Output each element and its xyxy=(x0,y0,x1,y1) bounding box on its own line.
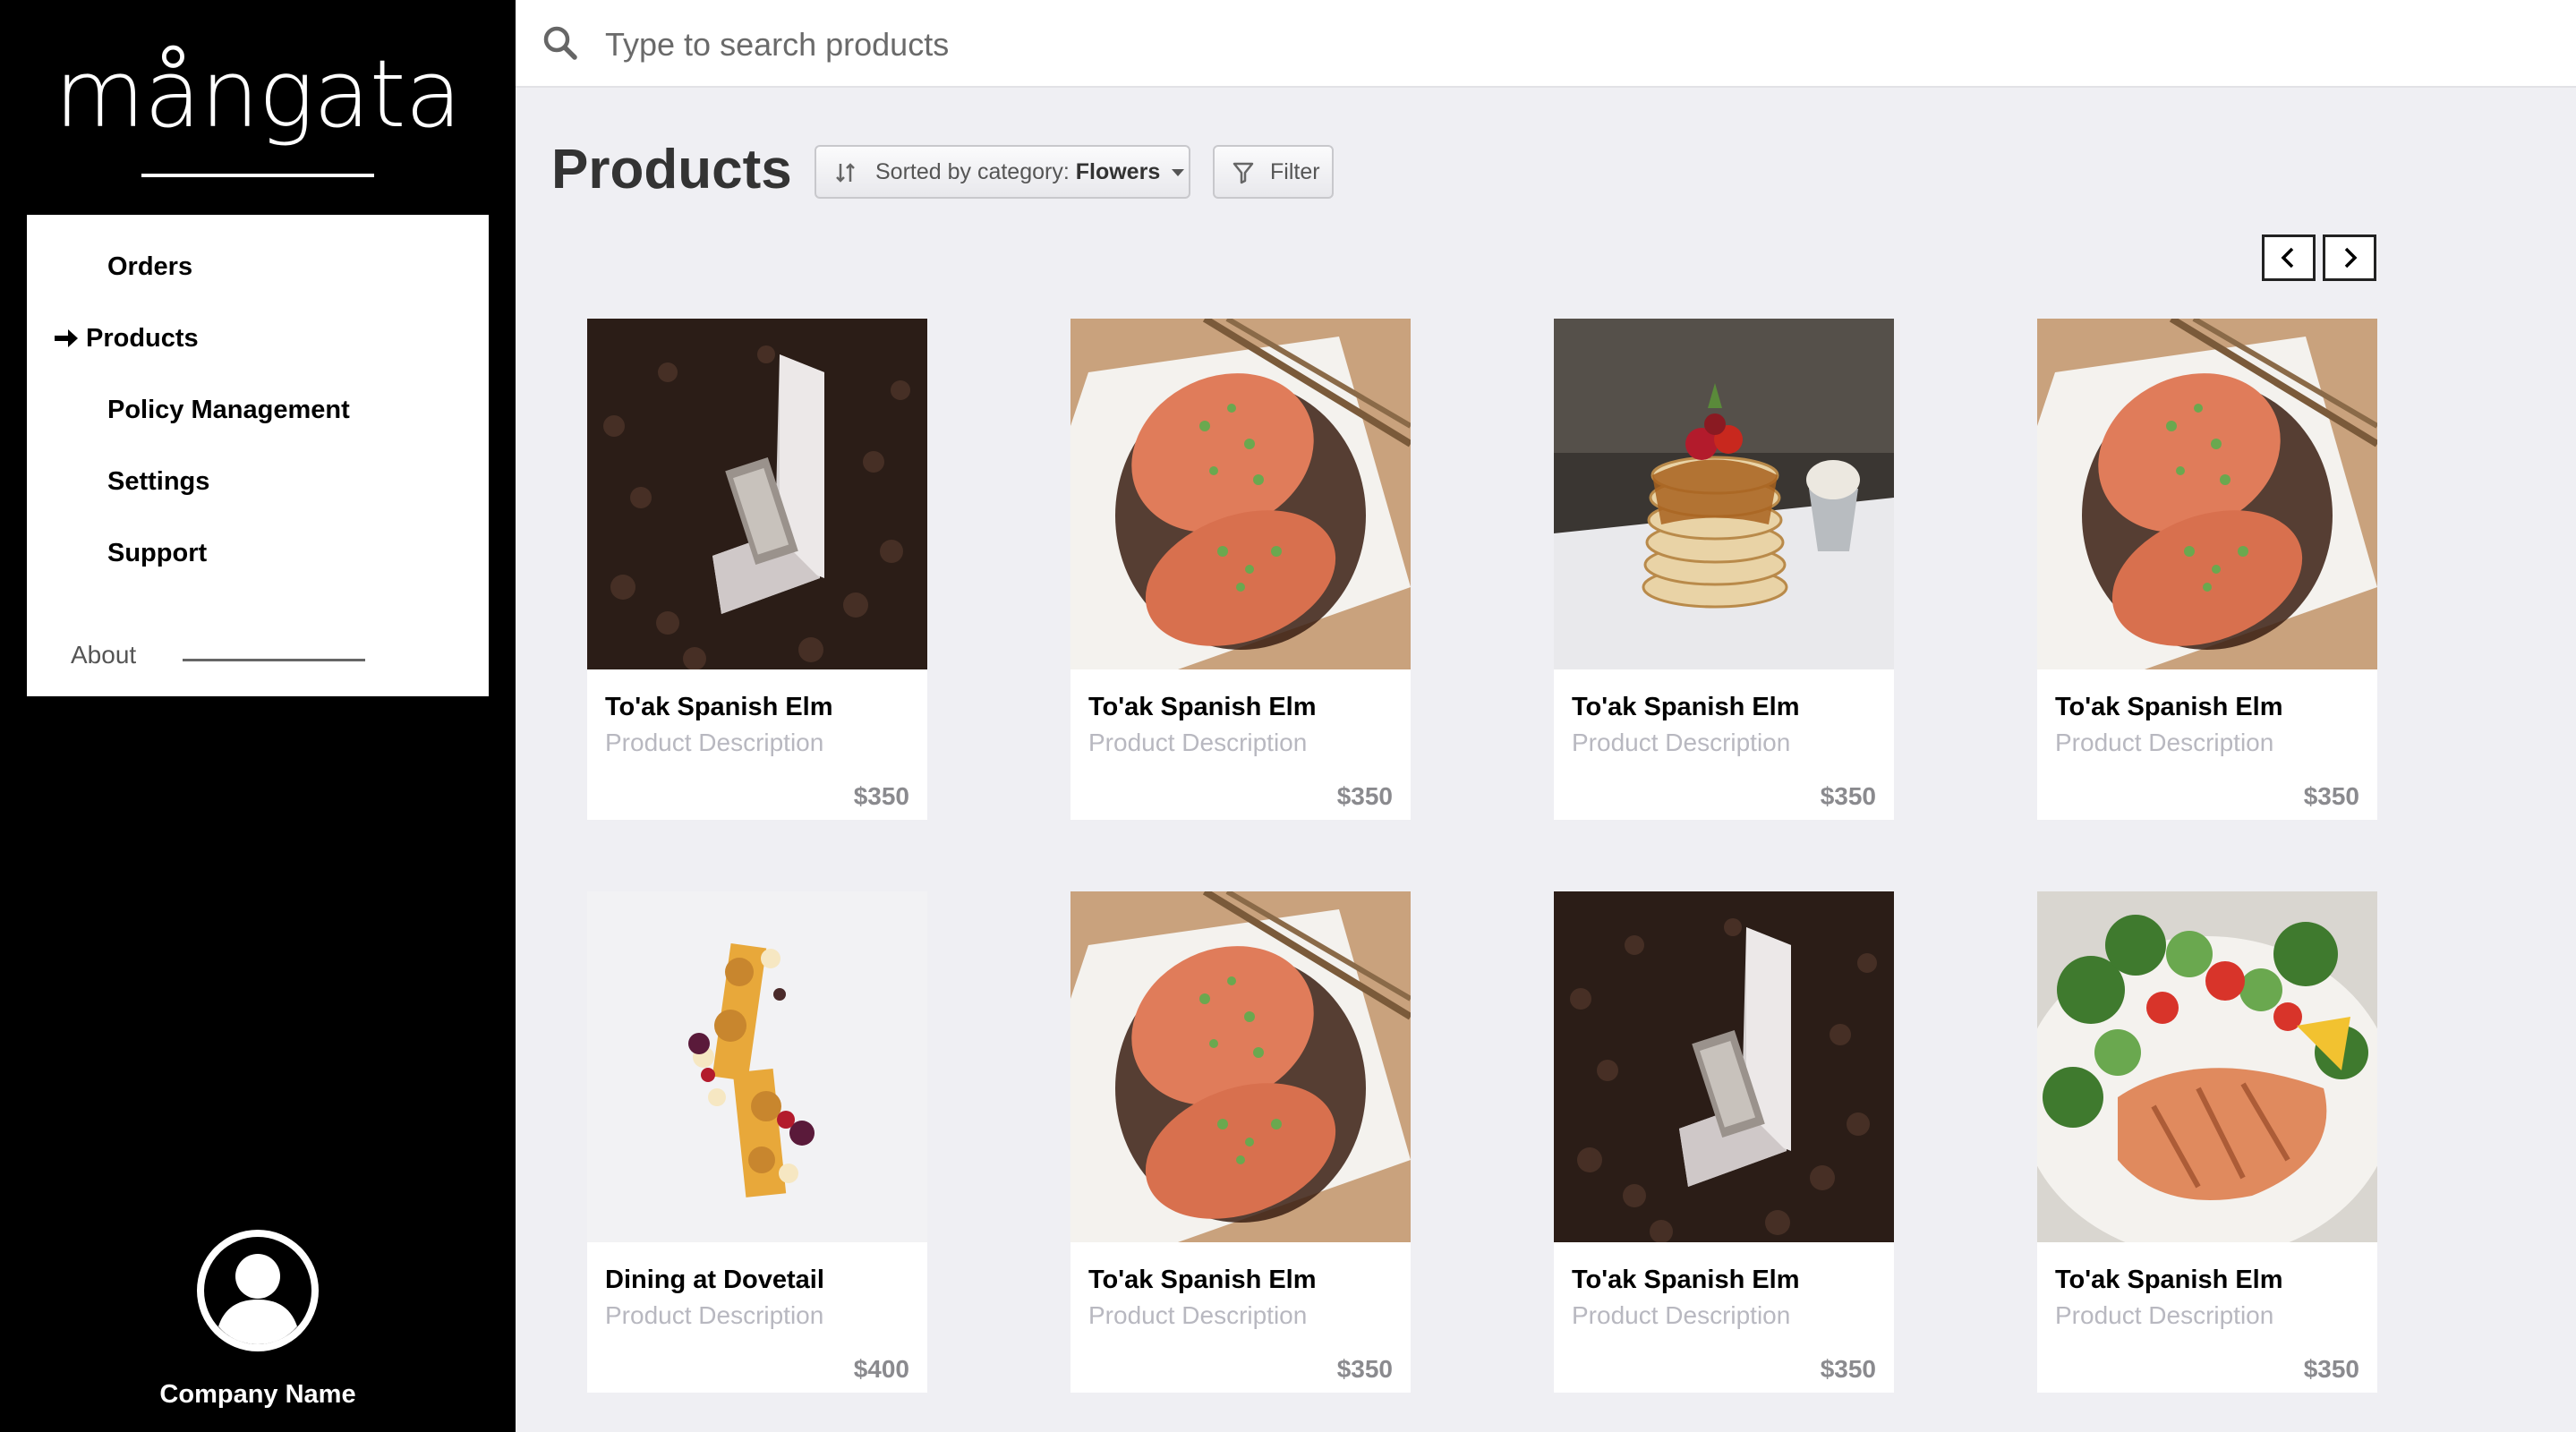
product-card[interactable]: To'ak Spanish Elm Product Description $3… xyxy=(587,319,927,820)
product-card[interactable]: To'ak Spanish Elm Product Description $3… xyxy=(2037,891,2377,1393)
page-title: Products xyxy=(551,139,792,200)
sort-icon xyxy=(836,163,855,183)
sidebar-nav: Orders Products Policy Management Settin… xyxy=(27,215,489,696)
product-description: Product Description xyxy=(1572,729,1791,756)
sidebar-item-settings[interactable]: Settings xyxy=(27,455,489,508)
product-image-chocolate-box xyxy=(1554,891,1894,1242)
product-price: $350 xyxy=(2303,1355,2359,1383)
product-name: To'ak Spanish Elm xyxy=(1088,693,1317,721)
product-image-grilled-salmon-salad xyxy=(2037,891,2377,1242)
product-name: To'ak Spanish Elm xyxy=(1572,693,1800,721)
product-card[interactable]: To'ak Spanish Elm Product Description $3… xyxy=(1554,891,1894,1393)
sidebar: mångata Orders Products Policy Managemen… xyxy=(0,0,516,1432)
search-icon xyxy=(543,26,577,60)
sidebar-item-label: Products xyxy=(86,323,199,353)
sort-prefix: Sorted by category: xyxy=(875,158,1070,184)
filter-icon xyxy=(1233,162,1254,184)
previous-page-button[interactable] xyxy=(2262,234,2316,281)
product-name: Dining at Dovetail xyxy=(605,1266,824,1294)
about-divider xyxy=(183,659,365,661)
chevron-right-icon xyxy=(2344,247,2358,268)
product-price: $350 xyxy=(1336,1355,1393,1383)
about-link[interactable]: About xyxy=(71,641,136,669)
sidebar-item-label: Support xyxy=(107,538,208,567)
next-page-button[interactable] xyxy=(2323,234,2376,281)
product-card[interactable]: To'ak Spanish Elm Product Description $3… xyxy=(1554,319,1894,820)
sidebar-item-orders[interactable]: Orders xyxy=(27,240,489,294)
product-description: Product Description xyxy=(605,1301,824,1329)
product-price: $350 xyxy=(1336,782,1393,810)
product-price: $350 xyxy=(1820,782,1876,810)
product-description: Product Description xyxy=(1088,1301,1308,1329)
caret-down-icon xyxy=(1172,168,1185,176)
product-card[interactable]: To'ak Spanish Elm Product Description $3… xyxy=(2037,319,2377,820)
product-image-plated-dessert xyxy=(587,891,927,1242)
product-price: $400 xyxy=(853,1355,909,1383)
right-arrow-icon xyxy=(55,329,78,347)
product-name: To'ak Spanish Elm xyxy=(2055,1266,2283,1294)
sort-value: Flowers xyxy=(1075,158,1161,184)
product-description: Product Description xyxy=(2055,729,2274,756)
sort-dropdown[interactable]: Sorted by category: Flowers xyxy=(815,145,1190,199)
sidebar-item-label: Orders xyxy=(107,251,193,281)
product-image-salmon-plate xyxy=(2037,319,2377,669)
product-name: To'ak Spanish Elm xyxy=(605,693,833,721)
product-description: Product Description xyxy=(1572,1301,1791,1329)
sidebar-item-label: Policy Management xyxy=(107,395,350,424)
product-image-salmon-plate xyxy=(1070,891,1411,1242)
search-bar xyxy=(516,0,2576,88)
logo-underline xyxy=(141,174,374,177)
product-card[interactable]: To'ak Spanish Elm Product Description $3… xyxy=(1070,319,1411,820)
filter-label: Filter xyxy=(1270,158,1320,184)
chevron-left-icon xyxy=(2281,247,2294,268)
product-image-pancake-stack xyxy=(1554,319,1894,669)
product-name: To'ak Spanish Elm xyxy=(1088,1266,1317,1294)
product-description: Product Description xyxy=(1088,729,1308,756)
product-image-salmon-plate xyxy=(1070,319,1411,669)
product-name: To'ak Spanish Elm xyxy=(2055,693,2283,721)
search-input[interactable] xyxy=(605,20,1858,70)
product-image-chocolate-box xyxy=(587,319,927,669)
sort-label: Sorted by category: Flowers xyxy=(875,158,1185,185)
filter-button[interactable]: Filter xyxy=(1213,145,1334,199)
brand-logo: mångata xyxy=(54,39,463,149)
product-card[interactable]: Dining at Dovetail Product Description $… xyxy=(587,891,927,1393)
sidebar-item-support[interactable]: Support xyxy=(27,526,489,580)
product-price: $350 xyxy=(1820,1355,1876,1383)
sidebar-item-policy-management[interactable]: Policy Management xyxy=(27,383,489,437)
sidebar-item-products[interactable]: Products xyxy=(27,311,489,365)
sidebar-item-label: Settings xyxy=(107,466,210,496)
user-avatar-icon[interactable] xyxy=(193,1226,322,1355)
product-description: Product Description xyxy=(2055,1301,2274,1329)
product-description: Product Description xyxy=(605,729,824,756)
product-price: $350 xyxy=(2303,782,2359,810)
company-name: Company Name xyxy=(159,1380,356,1409)
product-name: To'ak Spanish Elm xyxy=(1572,1266,1800,1294)
product-card[interactable]: To'ak Spanish Elm Product Description $3… xyxy=(1070,891,1411,1393)
product-price: $350 xyxy=(853,782,909,810)
